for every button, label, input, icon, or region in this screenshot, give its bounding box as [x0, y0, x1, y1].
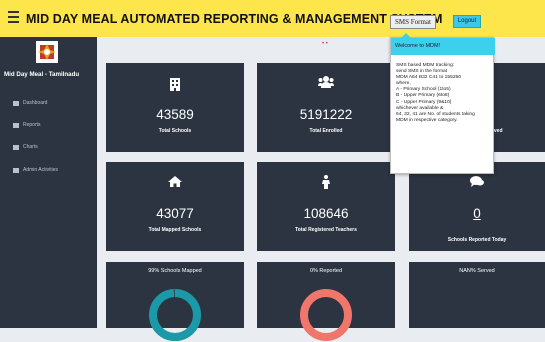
stat-card-total-enrolled[interactable]: 5191222 Total Enrolled: [257, 63, 395, 152]
stat-card-total-schools[interactable]: 43589 Total Schools: [106, 63, 244, 152]
progress-title: 99% Schools Mapped: [148, 268, 202, 274]
sidebar-item-dashboard[interactable]: Dashboard: [13, 100, 47, 106]
progress-title: 0% Reported: [309, 268, 343, 274]
list-icon: [13, 122, 19, 128]
stat-card-reported-today[interactable]: 0 Schools Reported Today: [409, 162, 545, 251]
sidebar-item-reports[interactable]: Reports: [13, 122, 41, 128]
stat-value: 43589: [156, 107, 194, 122]
app-title: MID DAY MEAL AUTOMATED REPORTING & MANAG…: [26, 12, 443, 26]
progress-card-schools-mapped: 99% Schools Mapped: [106, 262, 244, 341]
stat-card-mapped-schools[interactable]: 43077 Total Mapped Schools: [106, 162, 244, 251]
state-name: Mid Day Meal - Tamilnadu: [4, 71, 80, 78]
sms-format-label: SMS Format: [395, 18, 431, 26]
stat-card-registered-teachers[interactable]: 108646 Total Registered Teachers: [257, 162, 395, 251]
stat-value-link[interactable]: 0: [409, 206, 545, 221]
menu-icon[interactable]: [8, 11, 19, 23]
sms-format-button[interactable]: SMS Format: [390, 15, 436, 29]
comments-icon: [409, 176, 545, 187]
building-icon: [106, 78, 244, 91]
top-header-bar: MID DAY MEAL AUTOMATED REPORTING & MANAG…: [0, 0, 545, 37]
sidebar-item-admin-activities[interactable]: Admin Activities: [13, 167, 58, 173]
progress-card-served: NAN% Served: [409, 262, 545, 328]
list-icon: [13, 167, 19, 173]
progress-card-reported: 0% Reported: [257, 262, 395, 341]
list-icon: [13, 144, 19, 150]
stat-value: 5191222: [299, 107, 353, 122]
stat-value: 43077: [156, 206, 194, 221]
popover-line: MDM in respective category.: [396, 117, 458, 123]
sms-format-popover: Welcome to MDM! SMS based MDM tracking: …: [390, 33, 495, 174]
donut-arc: [149, 289, 201, 341]
stat-label: Total Enrolled: [309, 128, 343, 134]
logout-button[interactable]: Logout: [453, 15, 481, 28]
sidebar-item-label: Admin Activities: [23, 167, 59, 173]
sidebar-item-label: Charts: [23, 144, 38, 150]
stat-label: Total Schools: [158, 128, 192, 134]
stat-value: 108646: [303, 206, 349, 221]
sidebar-item-label: Reports: [23, 122, 41, 128]
donut-chart-mapped: [149, 289, 201, 341]
popover-title: Welcome to MDM!: [391, 38, 495, 55]
loading-indicator: • •: [322, 41, 328, 47]
sidebar-item-label: Dashboard: [23, 100, 48, 106]
stat-label: Total Registered Teachers: [295, 227, 357, 233]
sidebar-item-charts[interactable]: Charts: [13, 144, 38, 150]
users-icon: [257, 76, 395, 88]
dashboard-icon: [13, 100, 19, 106]
sidebar: Mid Day Meal - Tamilnadu Dashboard Repor…: [0, 37, 97, 328]
popover-body: SMS based MDM tracking: send SMS in the …: [396, 63, 494, 124]
home-icon: [106, 176, 244, 187]
person-icon: [257, 175, 395, 189]
stat-label: Total Mapped Schools: [148, 227, 202, 233]
stat-label: Schools Reported Today: [447, 237, 507, 243]
progress-title: NAN% Served: [459, 268, 495, 274]
tamilnadu-logo: [36, 41, 58, 63]
donut-chart-reported: [300, 289, 352, 341]
